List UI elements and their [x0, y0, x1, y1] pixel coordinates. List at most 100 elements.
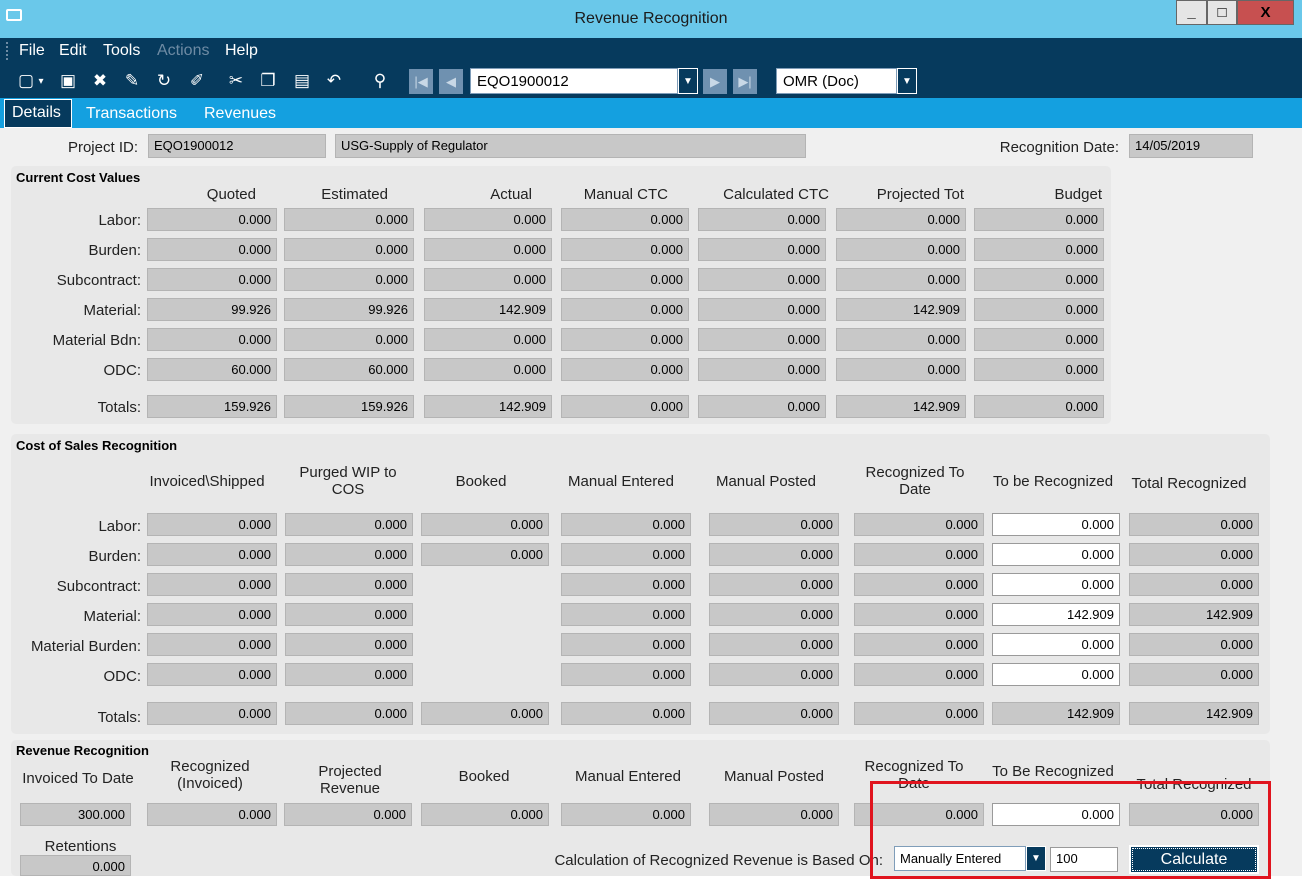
cc-material-estimated-field[interactable]: 99.926: [284, 298, 414, 321]
cc-material-bdn-calculated-ctc-field[interactable]: 0.000: [698, 328, 826, 351]
cc-labor-calculated-ctc-field[interactable]: 0.000: [698, 208, 826, 231]
rv-manual-entered-field[interactable]: 0.000: [561, 803, 691, 826]
cs-labor-recognized-to-date-field[interactable]: 0.000: [854, 513, 984, 536]
cs-burden-manual-posted-field[interactable]: 0.000: [709, 543, 839, 566]
copy-icon[interactable]: ❐: [256, 70, 280, 92]
rv-manual-posted-field[interactable]: 0.000: [709, 803, 839, 826]
cc-total-projected-tot-field[interactable]: 142.909: [836, 395, 966, 418]
cs-subcontract-total-recognized-field[interactable]: 0.000: [1129, 573, 1259, 596]
last-record-icon[interactable]: ▶|: [733, 69, 757, 94]
cc-total-manual-ctc-field[interactable]: 0.000: [561, 395, 689, 418]
cs-material-burden-manual-entered-field[interactable]: 0.000: [561, 633, 691, 656]
cc-total-actual-field[interactable]: 142.909: [424, 395, 552, 418]
cs-odc-purged-wip-to-cos-field[interactable]: 0.000: [285, 663, 413, 686]
cc-odc-actual-field[interactable]: 0.000: [424, 358, 552, 381]
cc-material-bdn-quoted-field[interactable]: 0.000: [147, 328, 277, 351]
cc-burden-calculated-ctc-field[interactable]: 0.000: [698, 238, 826, 261]
cc-odc-manual-ctc-field[interactable]: 0.000: [561, 358, 689, 381]
new-dropdown-icon[interactable]: ▾: [36, 70, 46, 92]
project-id-field[interactable]: EQO1900012: [148, 134, 326, 158]
cs-material-invoiced-shipped-field[interactable]: 0.000: [147, 603, 277, 626]
cs-material-to-be-recognized-field[interactable]: 142.909: [992, 603, 1120, 626]
cs-labor-manual-entered-field[interactable]: 0.000: [561, 513, 691, 536]
cs-material-burden-total-recognized-field[interactable]: 0.000: [1129, 633, 1259, 656]
cc-odc-calculated-ctc-field[interactable]: 0.000: [698, 358, 826, 381]
cc-odc-quoted-field[interactable]: 60.000: [147, 358, 277, 381]
rv-projected-revenue-field[interactable]: 0.000: [284, 803, 412, 826]
cs-subcontract-manual-posted-field[interactable]: 0.000: [709, 573, 839, 596]
cs-material-burden-invoiced-shipped-field[interactable]: 0.000: [147, 633, 277, 656]
cc-total-quoted-field[interactable]: 159.926: [147, 395, 277, 418]
cs-odc-to-be-recognized-field[interactable]: 0.000: [992, 663, 1120, 686]
first-record-icon[interactable]: |◀: [409, 69, 433, 94]
search-icon[interactable]: ⚲: [368, 70, 392, 92]
cc-material-projected-tot-field[interactable]: 142.909: [836, 298, 966, 321]
cs-odc-recognized-to-date-field[interactable]: 0.000: [854, 663, 984, 686]
cc-material-manual-ctc-field[interactable]: 0.000: [561, 298, 689, 321]
cs-total-total-recognized-field[interactable]: 142.909: [1129, 702, 1259, 725]
rv-recognized-invoiced-field[interactable]: 0.000: [147, 803, 277, 826]
cc-labor-quoted-field[interactable]: 0.000: [147, 208, 277, 231]
cs-burden-invoiced-shipped-field[interactable]: 0.000: [147, 543, 277, 566]
menu-help[interactable]: Help: [225, 42, 258, 60]
cc-labor-estimated-field[interactable]: 0.000: [284, 208, 414, 231]
cc-odc-projected-tot-field[interactable]: 0.000: [836, 358, 966, 381]
cs-burden-total-recognized-field[interactable]: 0.000: [1129, 543, 1259, 566]
cc-material-bdn-budget-field[interactable]: 0.000: [974, 328, 1104, 351]
cc-labor-manual-ctc-field[interactable]: 0.000: [561, 208, 689, 231]
cs-total-recognized-to-date-field[interactable]: 0.000: [854, 702, 984, 725]
currency-selector[interactable]: OMR (Doc): [776, 68, 897, 94]
cc-labor-budget-field[interactable]: 0.000: [974, 208, 1104, 231]
tab-revenues[interactable]: Revenues: [204, 105, 276, 123]
cs-total-invoiced-shipped-field[interactable]: 0.000: [147, 702, 277, 725]
cc-subcontract-quoted-field[interactable]: 0.000: [147, 268, 277, 291]
refresh-icon[interactable]: ↻: [152, 70, 176, 92]
tab-details[interactable]: Details: [4, 99, 72, 128]
save-icon[interactable]: ▣: [56, 70, 80, 92]
cc-burden-actual-field[interactable]: 0.000: [424, 238, 552, 261]
cs-material-burden-manual-posted-field[interactable]: 0.000: [709, 633, 839, 656]
cc-material-bdn-manual-ctc-field[interactable]: 0.000: [561, 328, 689, 351]
previous-record-icon[interactable]: ◀: [439, 69, 463, 94]
cc-odc-budget-field[interactable]: 0.000: [974, 358, 1104, 381]
cs-odc-manual-entered-field[interactable]: 0.000: [561, 663, 691, 686]
recognition-date-field[interactable]: 14/05/2019: [1129, 134, 1253, 158]
record-selector[interactable]: EQO1900012: [470, 68, 678, 94]
cs-odc-invoiced-shipped-field[interactable]: 0.000: [147, 663, 277, 686]
tab-transactions[interactable]: Transactions: [86, 105, 177, 123]
cs-labor-total-recognized-field[interactable]: 0.000: [1129, 513, 1259, 536]
cs-subcontract-manual-entered-field[interactable]: 0.000: [561, 573, 691, 596]
cs-labor-to-be-recognized-field[interactable]: 0.000: [992, 513, 1120, 536]
undo-icon[interactable]: ↶: [322, 70, 346, 92]
cc-subcontract-actual-field[interactable]: 0.000: [424, 268, 552, 291]
cc-total-estimated-field[interactable]: 159.926: [284, 395, 414, 418]
menu-actions[interactable]: Actions: [157, 42, 209, 60]
cs-labor-invoiced-shipped-field[interactable]: 0.000: [147, 513, 277, 536]
cs-burden-purged-wip-to-cos-field[interactable]: 0.000: [285, 543, 413, 566]
cs-material-total-recognized-field[interactable]: 142.909: [1129, 603, 1259, 626]
cc-labor-projected-tot-field[interactable]: 0.000: [836, 208, 966, 231]
cs-material-burden-recognized-to-date-field[interactable]: 0.000: [854, 633, 984, 656]
rv-invoiced-to-date-field[interactable]: 300.000: [20, 803, 131, 826]
cc-burden-projected-tot-field[interactable]: 0.000: [836, 238, 966, 261]
next-record-icon[interactable]: ▶: [703, 69, 727, 94]
close-button[interactable]: X: [1237, 0, 1294, 25]
cs-odc-total-recognized-field[interactable]: 0.000: [1129, 663, 1259, 686]
cc-total-budget-field[interactable]: 0.000: [974, 395, 1104, 418]
cc-subcontract-calculated-ctc-field[interactable]: 0.000: [698, 268, 826, 291]
clear-icon[interactable]: ✐: [185, 70, 209, 92]
cs-total-purged-wip-to-cos-field[interactable]: 0.000: [285, 702, 413, 725]
cs-material-purged-wip-to-cos-field[interactable]: 0.000: [285, 603, 413, 626]
cut-icon[interactable]: ✂: [224, 70, 248, 92]
cs-material-manual-posted-field[interactable]: 0.000: [709, 603, 839, 626]
maximize-button[interactable]: □: [1207, 0, 1237, 25]
cc-odc-estimated-field[interactable]: 60.000: [284, 358, 414, 381]
cc-subcontract-budget-field[interactable]: 0.000: [974, 268, 1104, 291]
cc-subcontract-projected-tot-field[interactable]: 0.000: [836, 268, 966, 291]
cs-subcontract-invoiced-shipped-field[interactable]: 0.000: [147, 573, 277, 596]
retentions-field[interactable]: 0.000: [20, 855, 131, 876]
cs-subcontract-purged-wip-to-cos-field[interactable]: 0.000: [285, 573, 413, 596]
cs-labor-booked-field[interactable]: 0.000: [421, 513, 549, 536]
cs-total-manual-posted-field[interactable]: 0.000: [709, 702, 839, 725]
project-description-field[interactable]: USG-Supply of Regulator: [335, 134, 806, 158]
